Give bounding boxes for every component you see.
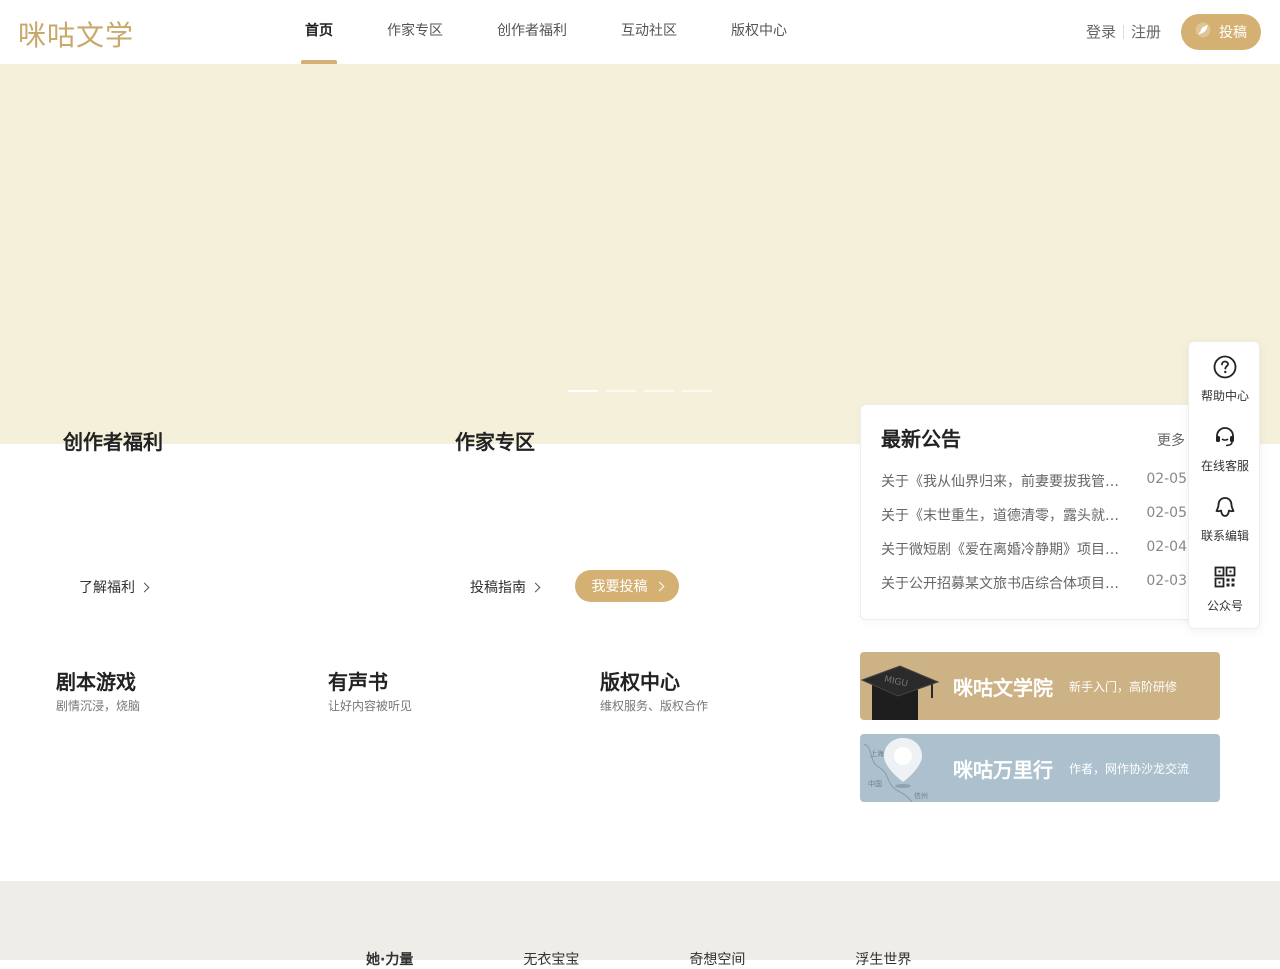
welfare-link-label: 了解福利 [79, 580, 135, 596]
footer-tab-her-power[interactable]: 她·力量 [366, 949, 413, 969]
audiobook-title[interactable]: 有声书 [328, 666, 388, 695]
nav-creator-welfare[interactable]: 创作者福利 [480, 0, 584, 64]
script-game-subtitle: 剧情沉浸，烧脑 [56, 699, 141, 713]
hero-banner[interactable] [0, 64, 1280, 444]
main-nav: 首页 作家专区 创作者福利 互动社区 版权中心 [288, 0, 824, 64]
map-label-china: 中国 [868, 779, 882, 788]
footer-tab-2[interactable]: 无衣宝宝 [523, 949, 579, 969]
carousel-dots [568, 390, 712, 392]
announcement-more-link[interactable]: 更多 [1157, 430, 1185, 450]
register-link[interactable]: 注册 [1131, 21, 1161, 42]
welfare-title: 创作者福利 [63, 430, 163, 454]
qr-code-icon [1213, 565, 1237, 593]
announcement-date: 02-03 [1146, 573, 1187, 589]
copyright-center-subtitle: 维权服务、版权合作 [600, 699, 709, 713]
carousel-dot-1[interactable] [568, 390, 598, 392]
announcement-text: 关于《末世重生，道德清零，露头就… [881, 508, 1119, 524]
help-center-button[interactable]: 帮助中心 [1189, 355, 1261, 415]
floating-toolbar: 帮助中心 在线客服 联系编辑 公众号 [1188, 341, 1260, 629]
announcement-title: 最新公告 [881, 427, 961, 451]
online-service-button[interactable]: 在线客服 [1189, 425, 1261, 485]
welfare-link[interactable]: 了解福利 [79, 577, 150, 597]
announcement-item[interactable]: 关于《我从仙界归来，前妻要拔我管… 02-05 [881, 471, 1187, 505]
migu-tour-subtitle: 作者，网作协沙龙交流 [1069, 762, 1190, 776]
announcement-text: 关于《我从仙界归来，前妻要拔我管… [881, 474, 1119, 490]
map-label-shanghai: 上海 [870, 749, 884, 758]
auth-links: 登录 注册 [1086, 21, 1161, 42]
script-game-title[interactable]: 剧本游戏 [56, 666, 136, 695]
site-logo[interactable]: 咪咕文学 [18, 14, 134, 54]
migu-tour-banner[interactable]: 上海 中国 信州 咪咕万里行 作者，网作协沙龙交流 [860, 734, 1220, 802]
announcement-item[interactable]: 关于《末世重生，道德清零，露头就… 02-05 [881, 505, 1187, 539]
carousel-dot-2[interactable] [606, 390, 636, 392]
announcement-date: 02-05 [1146, 471, 1187, 487]
announcement-text: 关于公开招募某文旅书店综合体项目… [881, 576, 1119, 592]
writer-zone-title: 作家专区 [455, 430, 535, 454]
contact-editor-button[interactable]: 联系编辑 [1189, 495, 1261, 555]
official-account-button[interactable]: 公众号 [1189, 565, 1261, 625]
map-label-xinzhou: 信州 [914, 791, 928, 800]
carousel-dot-3[interactable] [644, 390, 674, 392]
announcement-list: 关于《我从仙界归来，前妻要拔我管… 02-05 关于《末世重生，道德清零，露头就… [881, 471, 1187, 607]
copyright-center-title[interactable]: 版权中心 [600, 666, 680, 695]
nav-copyright[interactable]: 版权中心 [714, 0, 804, 64]
submit-button-label: 投稿 [1219, 25, 1247, 41]
footer-tab-fantasy-space[interactable]: 奇想空间 [689, 949, 745, 969]
help-center-label: 帮助中心 [1200, 389, 1249, 403]
announcement-text: 关于微短剧《爱在离婚冷静期》项目… [881, 542, 1119, 558]
footer-section: 她·力量 无衣宝宝 奇想空间 浮生世界 [0, 881, 1280, 968]
announcement-panel: 最新公告 更多 关于《我从仙界归来，前妻要拔我管… 02-05 关于《末世重生，… [860, 404, 1200, 620]
top-header: 咪咕文学 首页 作家专区 创作者福利 互动社区 版权中心 登录 注册 投稿 [0, 0, 1280, 64]
official-account-label: 公众号 [1206, 599, 1243, 613]
headset-icon [1213, 425, 1237, 453]
question-icon [1213, 355, 1237, 383]
audiobook-subtitle: 让好内容被听见 [328, 699, 413, 713]
footer-tabs: 她·力量 无衣宝宝 奇想空间 浮生世界 [366, 949, 1021, 969]
footer-tab-floating-world[interactable]: 浮生世界 [855, 949, 911, 969]
contact-editor-label: 联系编辑 [1200, 529, 1249, 543]
carousel-dot-4[interactable] [682, 390, 712, 392]
nav-community[interactable]: 互动社区 [604, 0, 694, 64]
chevron-right-icon [139, 582, 150, 592]
online-service-label: 在线客服 [1200, 459, 1249, 473]
i-want-submit-label: 我要投稿 [591, 579, 648, 595]
submission-guide-link[interactable]: 投稿指南 [470, 577, 541, 597]
migu-academy-banner[interactable]: MIGU 咪咕文学院 新手入门，高阶研修 [860, 652, 1220, 720]
announcement-item[interactable]: 关于微短剧《爱在离婚冷静期》项目… 02-04 [881, 539, 1187, 573]
i-want-submit-button[interactable]: 我要投稿 [575, 570, 679, 602]
migu-tour-title: 咪咕万里行 [953, 758, 1053, 782]
migu-academy-subtitle: 新手入门，高阶研修 [1069, 680, 1178, 694]
nav-writer-zone[interactable]: 作家专区 [370, 0, 460, 64]
announcement-date: 02-05 [1146, 505, 1187, 521]
migu-academy-title: 咪咕文学院 [953, 676, 1053, 700]
chat-bubble-icon [1213, 495, 1237, 523]
login-link[interactable]: 登录 [1086, 21, 1116, 42]
auth-divider [1123, 24, 1125, 39]
announcement-item[interactable]: 关于公开招募某文旅书店综合体项目… 02-03 [881, 573, 1187, 607]
submit-button[interactable]: 投稿 [1181, 14, 1261, 50]
chevron-right-icon [654, 581, 664, 591]
nav-home[interactable]: 首页 [288, 0, 350, 64]
feather-pen-icon [1195, 22, 1211, 42]
chevron-right-icon [530, 582, 541, 592]
announcement-date: 02-04 [1146, 539, 1187, 555]
submission-guide-label: 投稿指南 [470, 580, 526, 596]
